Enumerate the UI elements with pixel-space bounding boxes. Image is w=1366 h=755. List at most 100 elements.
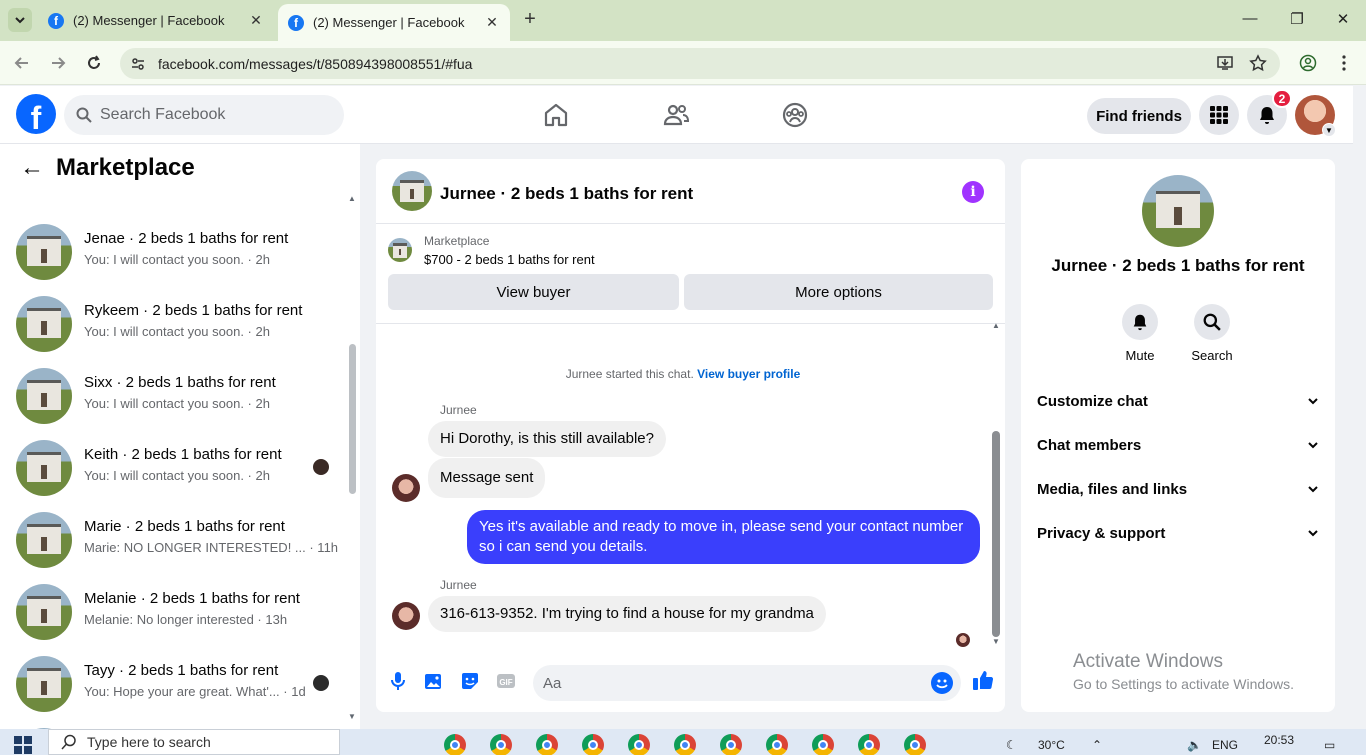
address-bar[interactable]: facebook.com/messages/t/850894398008551/…: [120, 48, 1280, 79]
restore-icon[interactable]: ❐: [1287, 10, 1307, 30]
section-label: Privacy & support: [1037, 524, 1166, 542]
site-info-icon[interactable]: [130, 56, 150, 72]
close-icon[interactable]: ✕: [484, 14, 500, 31]
search-label: Search: [1191, 348, 1233, 363]
tray-chevron-icon[interactable]: ⌃: [1092, 738, 1102, 752]
chrome-taskbar-icon[interactable]: [582, 734, 604, 755]
taskbar-search[interactable]: Type here to search: [48, 729, 340, 755]
scroll-up-icon[interactable]: ▲: [348, 194, 356, 203]
browser-tab-1[interactable]: f (2) Messenger | Facebook ✕: [38, 4, 274, 37]
find-friends-button[interactable]: Find friends: [1087, 98, 1191, 134]
chrome-taskbar-icon[interactable]: [536, 734, 558, 755]
list-item[interactable]: [0, 720, 345, 729]
clock[interactable]: 20:53: [1264, 733, 1294, 747]
chevron-down-icon: [1307, 483, 1319, 495]
profile-icon[interactable]: [1297, 52, 1319, 74]
install-app-icon[interactable]: [1216, 54, 1234, 72]
tab-search-button[interactable]: [8, 8, 32, 32]
minimize-icon[interactable]: —: [1240, 10, 1260, 30]
chat-members-section[interactable]: Chat members: [1037, 423, 1319, 467]
sender-avatar[interactable]: [392, 474, 420, 502]
microphone-icon[interactable]: [388, 671, 408, 691]
sender-avatar[interactable]: [392, 602, 420, 630]
search-in-conversation-button[interactable]: Search: [1182, 304, 1242, 363]
chrome-taskbar-icon[interactable]: [858, 734, 880, 755]
privacy-support-section[interactable]: Privacy & support: [1037, 511, 1319, 555]
browser-tab-strip: f (2) Messenger | Facebook ✕ f (2) Messe…: [0, 0, 1366, 41]
close-icon[interactable]: ✕: [248, 12, 264, 29]
activate-windows-watermark: Activate Windows Go to Settings to activ…: [1073, 651, 1294, 692]
facebook-logo-icon[interactable]: f: [16, 94, 56, 134]
scrollbar-thumb[interactable]: [992, 431, 1000, 637]
chat-title[interactable]: Jurnee · 2 beds 1 baths for rent: [440, 184, 693, 204]
chrome-taskbar-icon[interactable]: [628, 734, 650, 755]
scroll-down-icon[interactable]: ▼: [348, 712, 356, 721]
mute-button[interactable]: Mute: [1110, 304, 1170, 363]
customize-chat-section[interactable]: Customize chat: [1037, 379, 1319, 423]
chrome-taskbar-icon[interactable]: [812, 734, 834, 755]
list-item[interactable]: Sixx · 2 beds 1 baths for rent You: I wi…: [0, 360, 345, 432]
thumbs-up-icon[interactable]: [972, 669, 994, 690]
bookmark-star-icon[interactable]: [1249, 54, 1267, 72]
home-icon[interactable]: [542, 101, 570, 129]
chrome-taskbar-icon[interactable]: [766, 734, 788, 755]
back-arrow-icon[interactable]: [11, 52, 33, 74]
info-icon[interactable]: i: [962, 181, 984, 203]
volume-icon[interactable]: 🔈: [1187, 738, 1202, 752]
list-item[interactable]: Marie · 2 beds 1 baths for rent Marie: N…: [0, 504, 345, 576]
windows-start-icon[interactable]: [14, 736, 32, 754]
chrome-taskbar-icon[interactable]: [674, 734, 696, 755]
search-input[interactable]: [100, 106, 320, 124]
temperature[interactable]: 30°C: [1038, 738, 1065, 752]
reload-icon[interactable]: [83, 52, 105, 74]
sidebar-scrollbar[interactable]: ▲ ▼: [345, 192, 359, 722]
list-item[interactable]: Melanie · 2 beds 1 baths for rent Melani…: [0, 576, 345, 648]
scroll-up-icon[interactable]: ▲: [992, 321, 1000, 330]
message-bubble[interactable]: 316-613-9352. I'm trying to find a house…: [428, 596, 826, 632]
message-bubble[interactable]: Hi Dorothy, is this still available?: [428, 421, 666, 457]
message-bubble[interactable]: Yes it's available and ready to move in,…: [467, 510, 980, 564]
list-item[interactable]: Keith · 2 beds 1 baths for rent You: I w…: [0, 432, 345, 504]
message-input-box[interactable]: [533, 665, 961, 701]
listing-photo[interactable]: [1142, 175, 1214, 247]
message-scrollbar[interactable]: ▲ ▼: [989, 321, 1003, 653]
window-close-icon[interactable]: ✕: [1333, 10, 1353, 30]
photo-icon[interactable]: [424, 671, 444, 691]
forward-arrow-icon[interactable]: [47, 52, 69, 74]
listing-price[interactable]: $700 - 2 beds 1 baths for rent: [424, 252, 595, 267]
view-buyer-profile-link[interactable]: View buyer profile: [697, 367, 800, 381]
menu-grid-icon[interactable]: [1199, 95, 1239, 135]
list-item[interactable]: Tayy · 2 beds 1 baths for rent You: Hope…: [0, 648, 345, 720]
gif-icon[interactable]: GIF: [496, 671, 516, 691]
kebab-menu-icon[interactable]: [1333, 52, 1355, 74]
friends-icon[interactable]: [662, 101, 690, 129]
chrome-taskbar-icon[interactable]: [490, 734, 512, 755]
page-scrollbar[interactable]: [1353, 86, 1366, 729]
list-item[interactable]: Rykeem · 2 beds 1 baths for rent You: I …: [0, 288, 345, 360]
chat-thumbnail[interactable]: [392, 171, 432, 211]
chrome-taskbar-icon[interactable]: [720, 734, 742, 755]
emoji-icon[interactable]: [931, 672, 953, 694]
browser-tab-2[interactable]: f (2) Messenger | Facebook ✕: [278, 4, 510, 41]
sticker-icon[interactable]: [460, 671, 480, 691]
view-buyer-button[interactable]: View buyer: [388, 274, 679, 310]
weather-icon[interactable]: ☾: [1006, 738, 1017, 752]
scroll-down-icon[interactable]: ▼: [992, 637, 1000, 646]
language-indicator[interactable]: ENG: [1212, 738, 1238, 752]
message-bubble[interactable]: Message sent: [428, 458, 546, 498]
scrollbar-thumb[interactable]: [349, 344, 356, 494]
chevron-down-icon[interactable]: ▼: [1322, 123, 1336, 137]
media-files-links-section[interactable]: Media, files and links: [1037, 467, 1319, 511]
notification-center-icon[interactable]: ▭: [1324, 738, 1335, 752]
conversation-name: Rykeem · 2 beds 1 baths for rent: [84, 302, 303, 319]
message-input[interactable]: [543, 674, 913, 692]
listing-thumbnail: [16, 584, 72, 640]
new-tab-button[interactable]: +: [520, 9, 540, 30]
list-item[interactable]: Jenae · 2 beds 1 baths for rent You: I w…: [0, 216, 345, 288]
chrome-taskbar-icon[interactable]: [444, 734, 466, 755]
chrome-taskbar-icon[interactable]: [904, 734, 926, 755]
facebook-search[interactable]: [64, 95, 344, 135]
back-arrow-icon[interactable]: ←: [20, 154, 44, 182]
groups-icon[interactable]: [781, 101, 809, 129]
more-options-button[interactable]: More options: [684, 274, 993, 310]
